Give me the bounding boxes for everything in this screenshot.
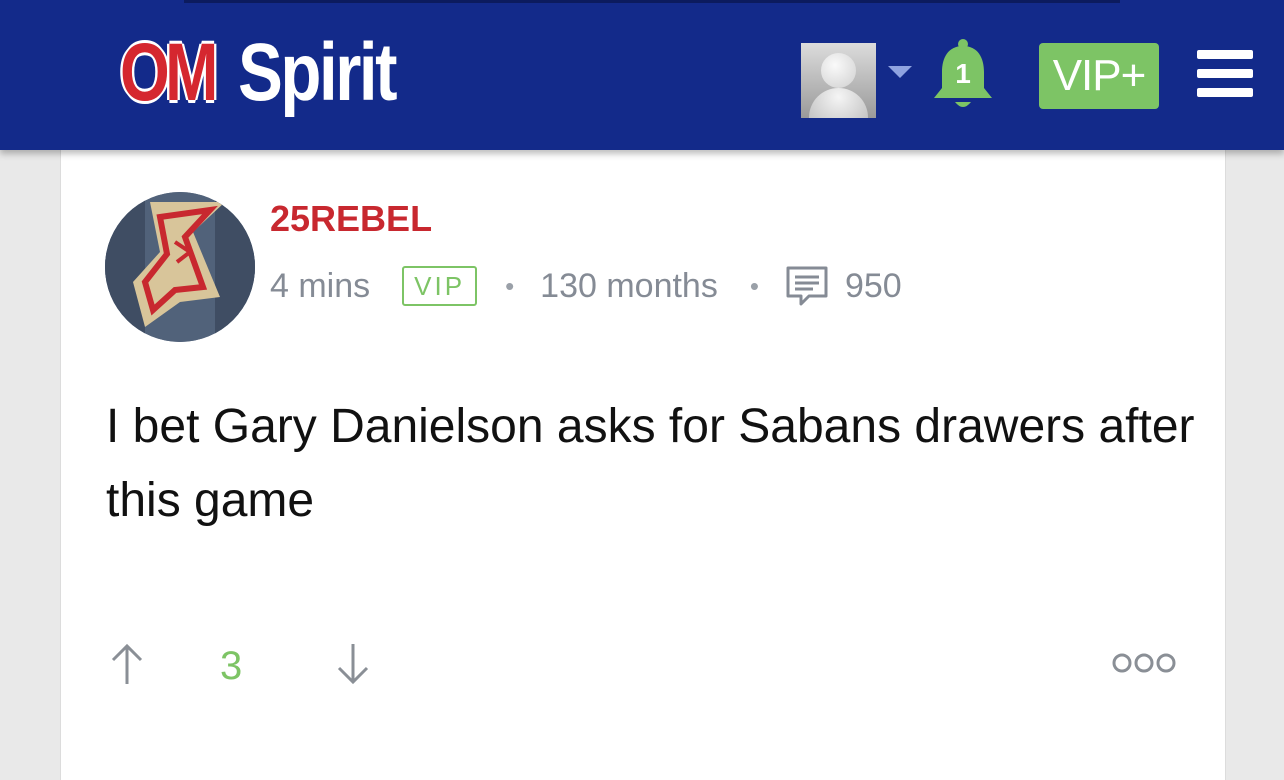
poster-avatar[interactable] <box>105 192 255 342</box>
arrow-down-icon <box>337 644 369 685</box>
comment-icon <box>785 265 829 307</box>
chevron-down-icon[interactable] <box>888 66 912 78</box>
post-count: 950 <box>844 266 902 305</box>
separator-dot: • <box>749 270 759 301</box>
team-logo-avatar-image <box>105 192 255 342</box>
post-text: I bet Gary Danielson asks for Sabans dra… <box>106 400 1195 527</box>
vote-count: 3 <box>220 644 243 688</box>
downvote-button[interactable] <box>336 642 370 691</box>
avatar-head <box>821 53 856 88</box>
arrow-up-icon <box>111 643 143 684</box>
membership-duration: 130 months <box>540 266 718 305</box>
post-time: 4 mins <box>270 266 371 305</box>
upvote-button[interactable] <box>110 642 144 691</box>
separator-dot: • <box>505 270 515 301</box>
more-options-button[interactable] <box>1112 652 1176 679</box>
more-icon <box>1112 653 1176 673</box>
site-header: OM Spirit 1 VIP+ <box>0 0 1284 150</box>
vip-badge: VIP <box>402 266 478 306</box>
site-logo[interactable]: OM Spirit <box>120 18 430 128</box>
logo-om: OM <box>120 27 218 118</box>
user-avatar[interactable] <box>801 43 876 118</box>
logo-spirit: Spirit <box>238 27 398 118</box>
vip-plus-button[interactable]: VIP+ <box>1039 43 1159 109</box>
post-meta: 4 mins VIP • 130 months • 950 <box>270 262 902 310</box>
avatar-body <box>809 88 868 118</box>
notifications-button[interactable]: 1 <box>930 38 996 114</box>
header-topline <box>184 0 1120 3</box>
menu-icon[interactable] <box>1197 50 1253 98</box>
notification-count: 1 <box>955 58 971 89</box>
poster-username[interactable]: 25REBEL <box>270 198 432 240</box>
